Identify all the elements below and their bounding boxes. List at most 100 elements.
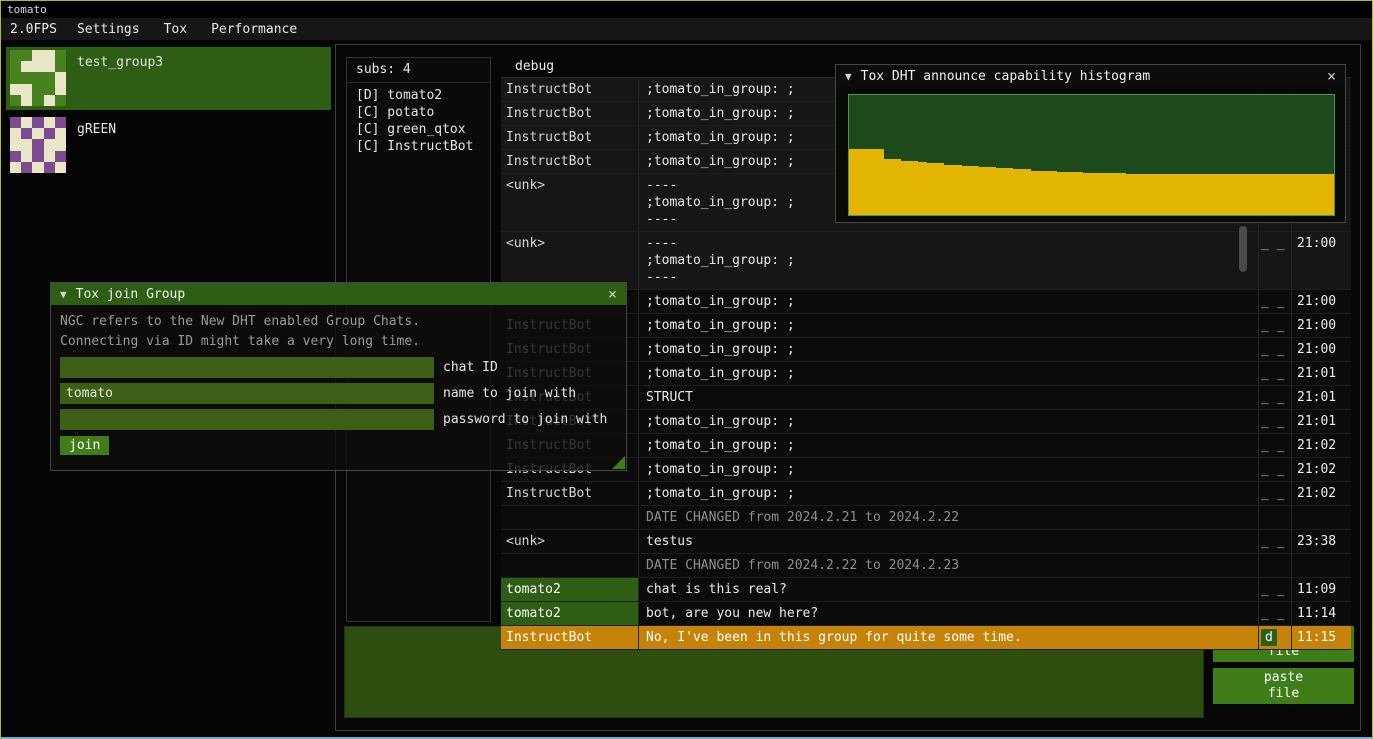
group-item-test_group3[interactable]: test_group3 <box>6 47 331 110</box>
histogram-bar <box>849 149 858 215</box>
chat-message-row: InstructBot;tomato_in_group: ;_ _21:01 <box>501 362 1351 386</box>
chat-message-row: InstructBot;tomato_in_group: ;_ _21:00 <box>501 290 1351 314</box>
message-flags <box>1258 506 1291 529</box>
message-text: ;tomato_in_group: ; <box>638 290 1258 313</box>
subs-count: subs: 4 <box>347 58 490 83</box>
message-flags[interactable]: _ _ <box>1258 232 1291 289</box>
join-group-body: NGC refers to the New DHT enabled Group … <box>51 305 626 462</box>
message-time: 21:02 <box>1291 434 1351 457</box>
histogram-bar <box>1308 174 1317 215</box>
member-item[interactable]: [D] tomato2 <box>347 87 490 104</box>
message-flags[interactable]: _ _ <box>1258 290 1291 313</box>
histogram-bar <box>892 159 901 215</box>
avatar-pixel <box>32 84 43 95</box>
histogram-bar <box>953 165 962 215</box>
message-text: ---- ;tomato_in_group: ; ---- <box>638 232 1258 289</box>
message-text: ;tomato_in_group: ; <box>638 314 1258 337</box>
histogram-bar <box>1135 174 1144 215</box>
menu-performance[interactable]: Performance <box>199 18 309 40</box>
tab-debug[interactable]: debug <box>501 57 568 76</box>
histogram-bar <box>1039 171 1048 215</box>
join-field-row: name to join with <box>60 383 617 404</box>
histogram-bar <box>1247 174 1256 215</box>
histogram-bar <box>1013 169 1022 215</box>
member-item[interactable]: [C] InstructBot <box>347 138 490 155</box>
message-flags[interactable]: _ _ <box>1258 578 1291 601</box>
message-flags[interactable]: _ _ <box>1258 386 1291 409</box>
message-flags[interactable]: _ _ <box>1258 530 1291 553</box>
message-flags[interactable]: _ _ <box>1258 338 1291 361</box>
avatar-pixel <box>21 128 32 139</box>
avatar-pixel <box>32 117 43 128</box>
join-button[interactable]: join <box>60 436 109 455</box>
histogram-bar <box>1239 174 1248 215</box>
histogram-bar <box>901 161 910 215</box>
join-name-input[interactable] <box>60 383 434 404</box>
sender-name: tomato2 <box>501 578 638 601</box>
resize-grip-icon[interactable] <box>612 456 625 469</box>
histogram-bar <box>1117 173 1126 215</box>
avatar-pixel <box>55 72 66 83</box>
histogram-bar <box>970 166 979 215</box>
sender-name <box>501 506 638 529</box>
chat-message-row: <unk>---- ;tomato_in_group: ; ----_ _21:… <box>501 232 1351 290</box>
message-flags[interactable]: _ _ <box>1258 602 1291 625</box>
member-list: [D] tomato2[C] potato[C] green_qtox[C] I… <box>347 83 490 155</box>
collapse-icon[interactable]: ▼ <box>60 288 67 301</box>
histogram-bar <box>1091 173 1100 215</box>
histogram-bar <box>1221 174 1230 215</box>
message-flags[interactable]: _ _ <box>1258 482 1291 505</box>
message-flags[interactable]: _ _ <box>1258 458 1291 481</box>
chat-scrollbar[interactable] <box>1239 226 1247 272</box>
avatar-pixel <box>21 151 32 162</box>
sender-name: InstructBot <box>501 126 638 149</box>
avatar-pixel <box>10 50 21 61</box>
chat-message-row: <unk>testus_ _23:38 <box>501 530 1351 554</box>
histogram-bar <box>1213 174 1222 215</box>
member-item[interactable]: [C] green_qtox <box>347 121 490 138</box>
message-time: 21:00 <box>1291 290 1351 313</box>
paste-file-button[interactable]: paste file <box>1213 668 1354 704</box>
menu-settings[interactable]: Settings <box>65 18 152 40</box>
chat-id-input[interactable] <box>60 357 434 378</box>
avatar-pixel <box>10 139 21 150</box>
close-icon[interactable]: × <box>608 287 617 302</box>
avatar-pixel <box>21 117 32 128</box>
sender-name: InstructBot <box>501 102 638 125</box>
join-field-row: password to join with <box>60 409 617 430</box>
close-icon[interactable]: × <box>1327 69 1336 84</box>
member-item[interactable]: [C] potato <box>347 104 490 121</box>
message-flags[interactable]: d <box>1258 626 1291 649</box>
message-text: ;tomato_in_group: ; <box>638 434 1258 457</box>
message-time: 21:01 <box>1291 362 1351 385</box>
menu-tox[interactable]: Tox <box>152 18 199 40</box>
collapse-icon[interactable]: ▼ <box>845 70 852 83</box>
group-item-gREEN[interactable]: gREEN <box>6 114 331 177</box>
message-flags[interactable]: _ _ <box>1258 362 1291 385</box>
histogram-bar <box>1109 173 1118 215</box>
avatar-pixel <box>55 139 66 150</box>
histogram-bar <box>1273 174 1282 215</box>
dht-histogram-plot[interactable] <box>848 94 1335 216</box>
avatar-pixel <box>55 61 66 72</box>
avatar-pixel <box>21 61 32 72</box>
chat-message-row: InstructBot;tomato_in_group: ;_ _21:00 <box>501 314 1351 338</box>
avatar-pixel <box>21 162 32 173</box>
message-flags[interactable]: _ _ <box>1258 434 1291 457</box>
join-field-label: name to join with <box>443 386 576 401</box>
group-avatar <box>10 117 66 173</box>
join-password-input[interactable] <box>60 409 434 430</box>
histogram-bar <box>996 168 1005 215</box>
histogram-bar <box>962 166 971 215</box>
histogram-bar <box>1048 171 1057 215</box>
message-time <box>1291 554 1351 577</box>
message-text: bot, are you new here? <box>638 602 1258 625</box>
group-list: test_group3gREEN <box>6 47 331 177</box>
message-time: 23:38 <box>1291 530 1351 553</box>
delivered-flag: d <box>1261 629 1277 646</box>
histogram-bar <box>979 167 988 215</box>
message-flags[interactable]: _ _ <box>1258 314 1291 337</box>
avatar-pixel <box>55 162 66 173</box>
sender-name: InstructBot <box>501 626 638 649</box>
message-flags[interactable]: _ _ <box>1258 410 1291 433</box>
